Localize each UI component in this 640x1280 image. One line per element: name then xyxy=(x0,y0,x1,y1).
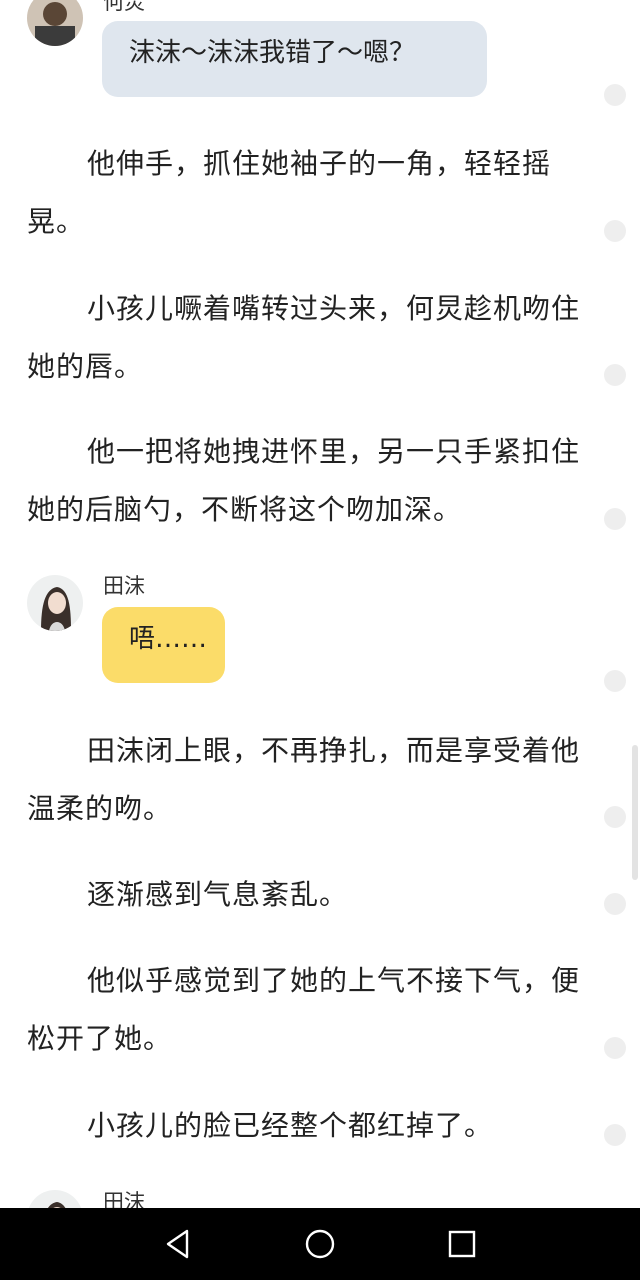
comment-dot[interactable] xyxy=(604,1124,626,1146)
avatar-speaker-2[interactable] xyxy=(27,575,83,631)
recents-square-icon[interactable] xyxy=(444,1226,480,1262)
story-paragraph: 他一把将她拽进怀里，另一只手紧扣住她的后脑勺，不断将这个吻加深。 xyxy=(27,435,581,526)
story-paragraph: 他伸手，抓住她袖子的一角，轻轻摇晃。 xyxy=(27,147,552,238)
speaker-name: 何炅 xyxy=(103,0,145,14)
story-paragraph: 小孩儿的脸已经整个都红掉了。 xyxy=(87,1109,494,1142)
story-paragraph: 逐渐感到气息紊乱。 xyxy=(87,878,349,911)
system-navigation-bar xyxy=(0,1208,640,1280)
back-triangle-icon[interactable] xyxy=(160,1226,196,1262)
chat-bubble[interactable]: 沫沫～沫沫我错了～嗯？ xyxy=(102,21,487,97)
comment-dot[interactable] xyxy=(604,364,626,386)
avatar-speaker-1[interactable] xyxy=(27,0,83,46)
home-circle-icon[interactable] xyxy=(302,1226,338,1262)
chat-bubble[interactable]: 唔…… xyxy=(102,607,225,683)
comment-dot[interactable] xyxy=(604,670,626,692)
story-paragraph: 小孩儿噘着嘴转过头来，何炅趁机吻住她的唇。 xyxy=(27,292,581,383)
comment-dot[interactable] xyxy=(604,1037,626,1059)
story-paragraph: 他似乎感觉到了她的上气不接下气，便松开了她。 xyxy=(27,964,581,1055)
speaker-name: 田沫 xyxy=(103,574,145,598)
comment-dot[interactable] xyxy=(604,806,626,828)
avatar-speaker-2[interactable] xyxy=(27,1190,83,1208)
comment-dot[interactable] xyxy=(604,508,626,530)
comment-dot[interactable] xyxy=(604,893,626,915)
comment-dot[interactable] xyxy=(604,84,626,106)
comment-dot[interactable] xyxy=(604,220,626,242)
speaker-name: 田沫 xyxy=(103,1190,145,1208)
story-content[interactable]: 何炅 沫沫～沫沫我错了～嗯？ 他伸手，抓住她袖子的一角，轻轻摇晃。 小孩儿噘着嘴… xyxy=(0,0,640,1208)
story-paragraph: 田沫闭上眼，不再挣扎，而是享受着他温柔的吻。 xyxy=(27,734,581,825)
scrollbar[interactable] xyxy=(632,745,638,880)
